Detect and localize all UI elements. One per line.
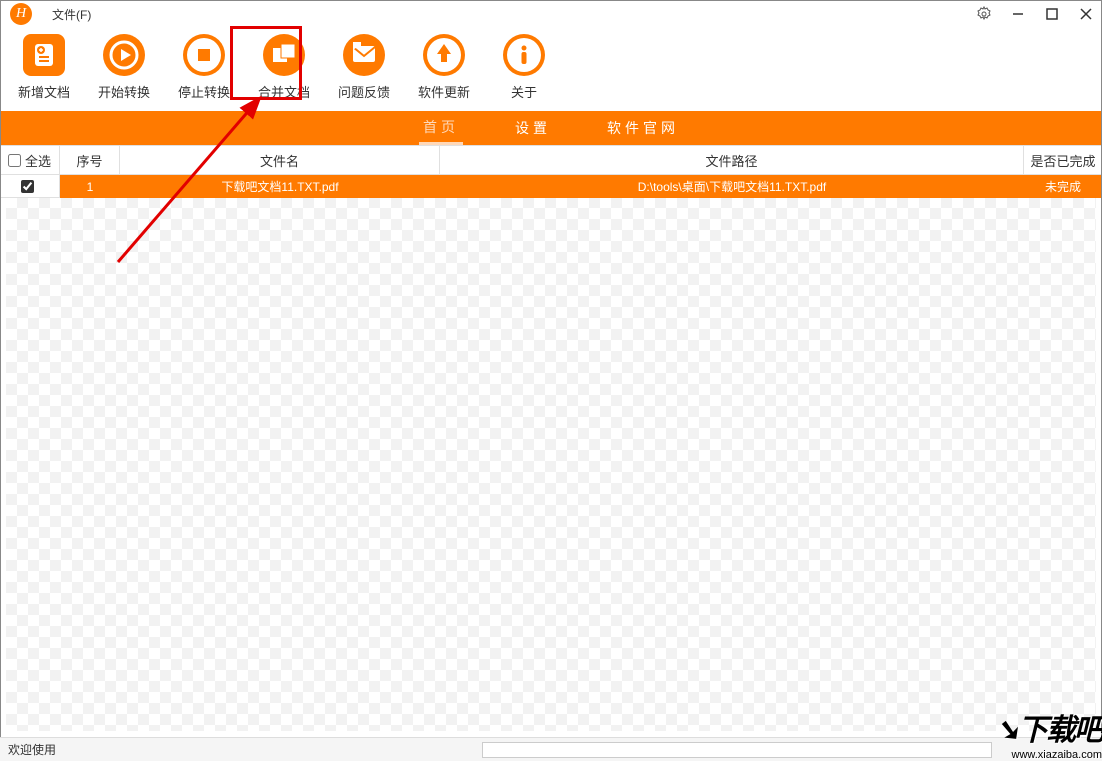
status-text: 欢迎使用 [0, 741, 482, 758]
row-filepath: D:\tools\桌面\下载吧文档11.TXT.pdf [440, 175, 1024, 198]
select-all-label: 全选 [25, 151, 51, 170]
close-icon[interactable] [1078, 6, 1094, 22]
table-body: 1 下载吧文档11.TXT.pdf D:\tools\桌面\下载吧文档11.TX… [0, 175, 1102, 198]
watermark-text: 下载吧 [1018, 705, 1102, 749]
annotation-highlight-box [230, 26, 302, 100]
header-select-all[interactable]: 全选 [0, 146, 60, 174]
table-row[interactable]: 1 下载吧文档11.TXT.pdf D:\tools\桌面\下载吧文档11.TX… [0, 175, 1102, 198]
content-background [6, 197, 1096, 731]
window-controls [976, 0, 1094, 28]
toolbar-label: 问题反馈 [338, 82, 390, 101]
toolbar: 新增文档 开始转换 停止转换 合并文档 问题反馈 软件更新 关于 [0, 28, 1102, 101]
play-icon [103, 34, 145, 76]
select-all-checkbox[interactable] [8, 154, 21, 167]
toolbar-label: 软件更新 [418, 82, 470, 101]
row-filename: 下载吧文档11.TXT.pdf [120, 175, 440, 198]
tab-website[interactable]: 软件官网 [603, 111, 683, 145]
row-done: 未完成 [1024, 175, 1102, 198]
add-doc-icon [23, 34, 65, 76]
menu-file[interactable]: 文件(F) [52, 6, 91, 23]
header-path: 文件路径 [440, 146, 1024, 174]
about-icon [503, 34, 545, 76]
settings-icon[interactable] [976, 6, 992, 22]
feedback-button[interactable]: 问题反馈 [336, 34, 392, 101]
feedback-icon [343, 34, 385, 76]
watermark: ➘ 下载吧 www.xiazaiba.com [995, 705, 1102, 761]
update-icon [423, 34, 465, 76]
stop-convert-button[interactable]: 停止转换 [176, 34, 232, 101]
horizontal-scrollbar[interactable] [482, 742, 992, 758]
minimize-icon[interactable] [1010, 6, 1026, 22]
maximize-icon[interactable] [1044, 6, 1060, 22]
toolbar-label: 开始转换 [98, 82, 150, 101]
add-document-button[interactable]: 新增文档 [16, 34, 72, 101]
row-check-cell[interactable] [0, 175, 60, 198]
about-button[interactable]: 关于 [496, 34, 552, 101]
tab-settings[interactable]: 设置 [511, 111, 555, 145]
toolbar-label: 关于 [511, 82, 537, 101]
toolbar-label: 新增文档 [18, 82, 70, 101]
header-name: 文件名 [120, 146, 440, 174]
app-logo: H [10, 3, 32, 25]
row-num: 1 [60, 175, 120, 198]
start-convert-button[interactable]: 开始转换 [96, 34, 152, 101]
watermark-url: www.xiazaiba.com [995, 749, 1102, 761]
toolbar-label: 停止转换 [178, 82, 230, 101]
tabs-bar: 首页 设置 软件官网 [0, 111, 1102, 145]
row-checkbox[interactable] [21, 180, 34, 193]
header-done: 是否已完成 [1024, 146, 1102, 174]
stop-icon [183, 34, 225, 76]
download-arrow-icon: ➘ [995, 713, 1018, 748]
status-bar: 欢迎使用 [0, 737, 1102, 761]
watermark-logo: ➘ 下载吧 [995, 705, 1102, 749]
table-header: 全选 序号 文件名 文件路径 是否已完成 [0, 145, 1102, 175]
titlebar: H 文件(F) [0, 0, 1102, 28]
header-num: 序号 [60, 146, 120, 174]
update-button[interactable]: 软件更新 [416, 34, 472, 101]
tab-home[interactable]: 首页 [419, 111, 463, 145]
